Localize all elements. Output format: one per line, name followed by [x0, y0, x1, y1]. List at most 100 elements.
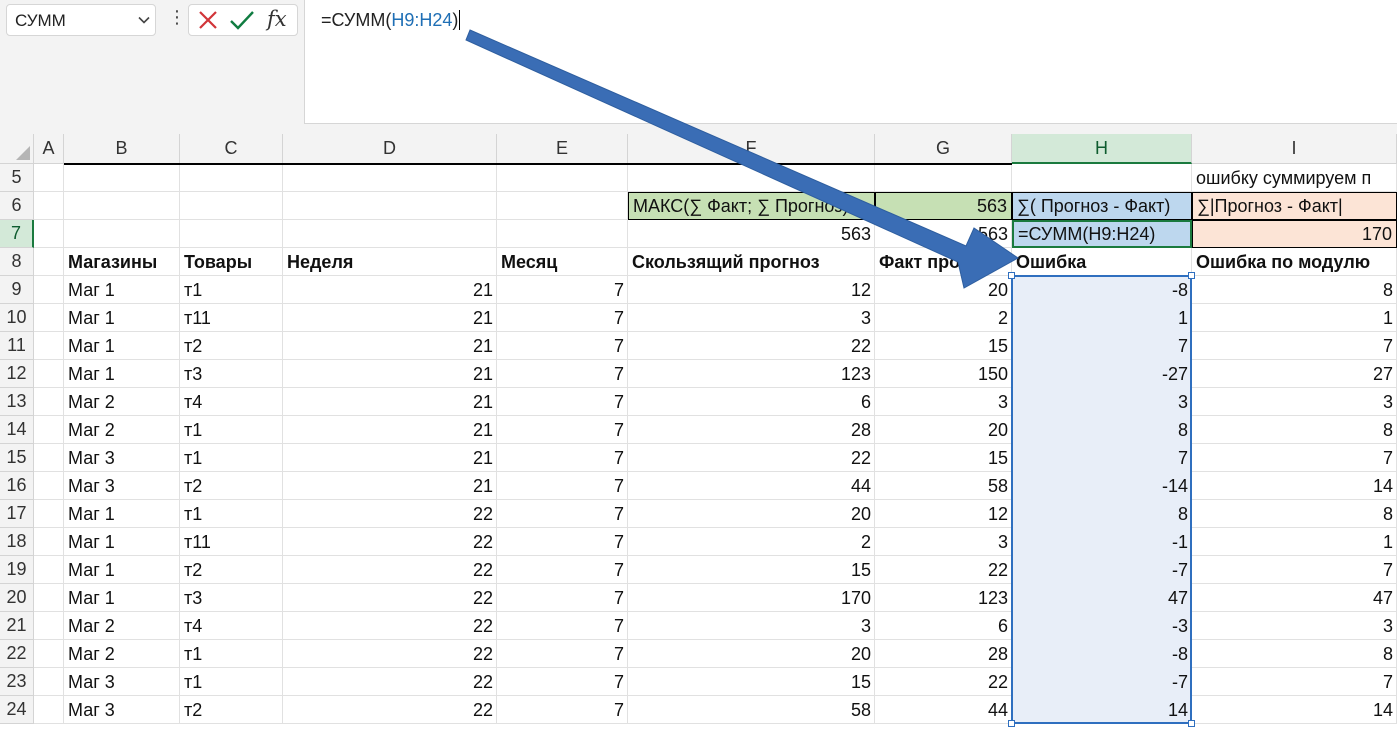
row-header-23[interactable]: 23 — [0, 668, 34, 696]
column-header-e[interactable]: E — [497, 134, 628, 164]
row-header-19[interactable]: 19 — [0, 556, 34, 584]
table-cell-g: 44 — [987, 699, 1008, 720]
table-cell-f: 44 — [850, 475, 871, 496]
cell-g6-value: 563 — [875, 192, 1012, 220]
table-cell-f: 6 — [860, 391, 871, 412]
column-header-g[interactable]: G — [875, 134, 1012, 164]
row-header-16[interactable]: 16 — [0, 472, 34, 500]
formula-text: =СУММ(H9:H24) — [321, 10, 461, 31]
selection-handle[interactable] — [1008, 272, 1015, 279]
table-cell-e: 7 — [613, 307, 624, 328]
table-cell-d: 22 — [472, 503, 493, 524]
table-cell-c: т4 — [184, 615, 203, 636]
table-cell-b: Маг 1 — [68, 335, 115, 356]
name-box[interactable]: СУММ — [6, 4, 156, 36]
table-cell-e: 7 — [613, 615, 624, 636]
table-cell-e: 7 — [613, 363, 624, 384]
insert-function-fx-icon[interactable]: fx — [267, 7, 287, 31]
table-cell-g: 22 — [987, 671, 1008, 692]
row-header-5[interactable]: 5 — [0, 164, 34, 192]
table-cell-f: 123 — [840, 363, 871, 384]
table-cell-d: 22 — [472, 671, 493, 692]
table-cell-i: 8 — [1382, 419, 1393, 440]
cell-i5-note: ошибку суммируем п — [1196, 167, 1372, 188]
selection-handle[interactable] — [1008, 720, 1015, 727]
column-header-d[interactable]: D — [283, 134, 497, 164]
table-cell-d: 21 — [472, 307, 493, 328]
row-header-14[interactable]: 14 — [0, 416, 34, 444]
table-cell-d: 21 — [472, 475, 493, 496]
column-header-i[interactable]: I — [1192, 134, 1397, 164]
selection-handle[interactable] — [1188, 272, 1195, 279]
cancel-x-icon[interactable] — [197, 9, 219, 36]
formula-prefix: =СУММ( — [321, 10, 392, 30]
table-cell-h: -27 — [1161, 363, 1188, 384]
select-all-corner[interactable] — [0, 134, 34, 164]
table-cell-h: 8 — [1177, 503, 1188, 524]
selection-handle[interactable] — [1188, 720, 1195, 727]
table-cell-f: 58 — [850, 699, 871, 720]
table-cell-h: 8 — [1177, 419, 1188, 440]
column-header-f[interactable]: F — [628, 134, 875, 164]
row-header-22[interactable]: 22 — [0, 640, 34, 668]
row-header-18[interactable]: 18 — [0, 528, 34, 556]
table-cell-f: 170 — [840, 587, 871, 608]
row-header-17[interactable]: 17 — [0, 500, 34, 528]
cell-f7-value: 563 — [840, 223, 871, 244]
table-cell-g: 15 — [987, 335, 1008, 356]
table-cell-c: т1 — [184, 279, 203, 300]
table-cell-f: 3 — [860, 615, 871, 636]
row-header-11[interactable]: 11 — [0, 332, 34, 360]
row-header-12[interactable]: 12 — [0, 360, 34, 388]
formula-toolbar: СУММ ⋮ fx =СУММ(H9:H24) — [0, 0, 1397, 134]
formula-controls: fx — [188, 4, 298, 36]
table-cell-b: Маг 2 — [68, 419, 115, 440]
column-header-b[interactable]: B — [64, 134, 180, 164]
column-header-a[interactable]: A — [34, 134, 64, 164]
table-cell-f: 15 — [850, 559, 871, 580]
row-header-15[interactable]: 15 — [0, 444, 34, 472]
row-header-10[interactable]: 10 — [0, 304, 34, 332]
table-cell-f: 2 — [860, 531, 871, 552]
table-cell-e: 7 — [613, 643, 624, 664]
table-cell-f: 20 — [850, 503, 871, 524]
table-cell-d: 22 — [472, 587, 493, 608]
table-cell-f: 12 — [850, 279, 871, 300]
chevron-down-icon[interactable] — [137, 13, 151, 32]
row-header-21[interactable]: 21 — [0, 612, 34, 640]
table-cell-c: т2 — [184, 559, 203, 580]
row-header-8[interactable]: 8 — [0, 248, 34, 276]
table-cell-f: 3 — [860, 307, 871, 328]
column-header-h[interactable]: H — [1012, 134, 1192, 164]
more-options-icon[interactable]: ⋮ — [168, 8, 186, 26]
table-header-h: Ошибка — [1016, 251, 1087, 272]
table-cell-h: 3 — [1177, 391, 1188, 412]
row-header-7[interactable]: 7 — [0, 220, 34, 248]
table-cell-b: Маг 1 — [68, 279, 115, 300]
row-header-6[interactable]: 6 — [0, 192, 34, 220]
row-header-20[interactable]: 20 — [0, 584, 34, 612]
table-header-f: Скользящий прогноз — [632, 251, 820, 272]
enter-check-icon[interactable] — [229, 9, 255, 36]
formula-bar-input[interactable]: =СУММ(H9:H24) — [304, 0, 1397, 124]
table-cell-c: т1 — [184, 419, 203, 440]
table-cell-c: т3 — [184, 587, 203, 608]
cell-i6-abs-sum-label: ∑|Прогноз - Факт| — [1192, 192, 1397, 220]
row-header-24[interactable]: 24 — [0, 696, 34, 724]
table-cell-e: 7 — [613, 503, 624, 524]
table-cell-g: 2 — [997, 307, 1008, 328]
column-header-c[interactable]: C — [180, 134, 283, 164]
table-cell-d: 21 — [472, 391, 493, 412]
table-header-g: Факт продаж — [879, 251, 995, 272]
table-cell-d: 21 — [472, 335, 493, 356]
table-cell-h: -8 — [1171, 643, 1188, 664]
table-header-e: Месяц — [501, 251, 558, 272]
table-cell-i: 27 — [1372, 363, 1393, 384]
table-cell-c: т4 — [184, 391, 203, 412]
table-header-c: Товары — [184, 251, 253, 272]
table-cell-b: Маг 1 — [68, 363, 115, 384]
row-header-13[interactable]: 13 — [0, 388, 34, 416]
row-header-9[interactable]: 9 — [0, 276, 34, 304]
table-cell-i: 1 — [1382, 307, 1393, 328]
worksheet-grid[interactable]: A B C D E F G H I 5 6 7 8 9 10 11 12 13 14 15 16 17 18 19 20 21 22… — [0, 134, 1397, 732]
